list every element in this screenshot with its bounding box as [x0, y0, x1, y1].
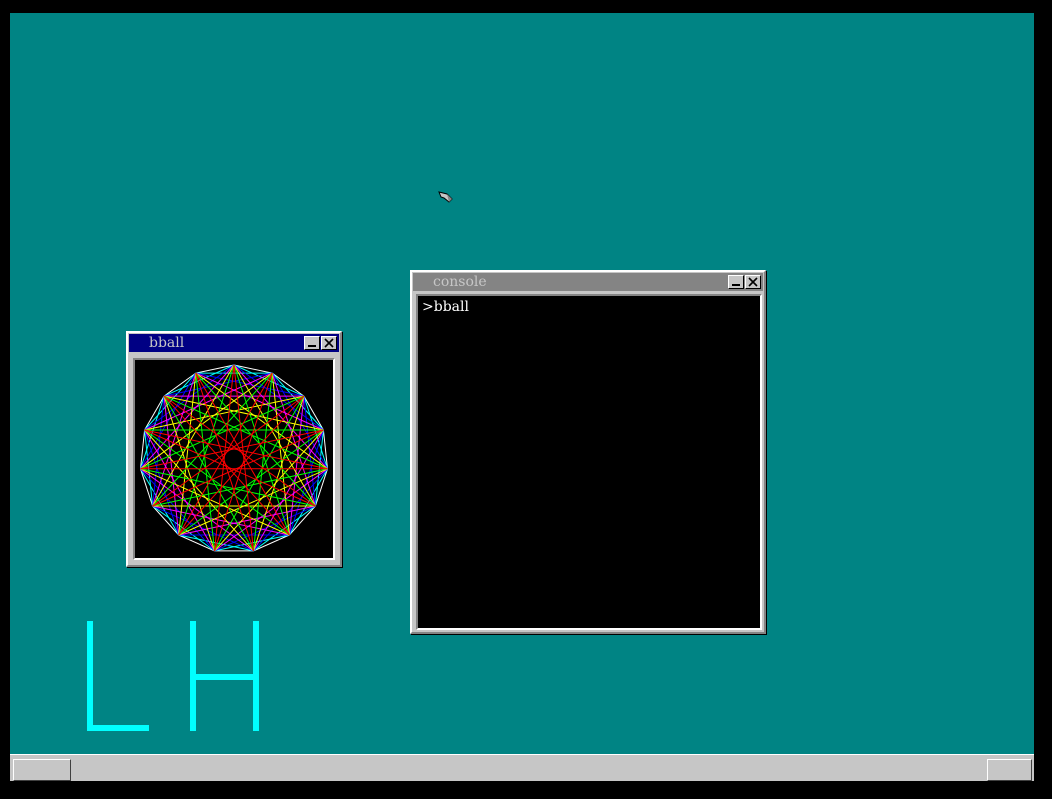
close-button[interactable] [321, 336, 337, 350]
string-line [163, 364, 235, 397]
string-art-graphic [140, 364, 328, 552]
console-window-title: console [433, 274, 487, 290]
tray-button[interactable] [987, 759, 1032, 781]
string-line [253, 468, 328, 552]
close-icon [748, 277, 758, 287]
bball-window[interactable]: bball [126, 331, 342, 567]
bball-window-title: bball [149, 335, 185, 351]
bball-titlebar[interactable]: bball [129, 334, 339, 352]
start-button[interactable] [13, 759, 71, 781]
console-output[interactable]: >bball [416, 294, 762, 630]
string-line [140, 468, 215, 552]
close-icon [324, 338, 334, 348]
minimize-icon [732, 284, 740, 286]
minimize-button[interactable] [304, 336, 320, 350]
taskbar [10, 754, 1034, 781]
minimize-button[interactable] [728, 275, 744, 289]
desktop[interactable]: bball console >bball [10, 13, 1034, 781]
lh-logo [87, 621, 259, 731]
close-button[interactable] [745, 275, 761, 289]
console-window[interactable]: console >bball [410, 270, 766, 634]
mouse-pointer-icon [438, 191, 453, 203]
console-prompt-line: >bball [422, 299, 469, 315]
string-line [233, 364, 305, 397]
minimize-icon [308, 345, 316, 347]
console-titlebar[interactable]: console [413, 273, 763, 291]
bball-canvas[interactable] [133, 358, 335, 560]
